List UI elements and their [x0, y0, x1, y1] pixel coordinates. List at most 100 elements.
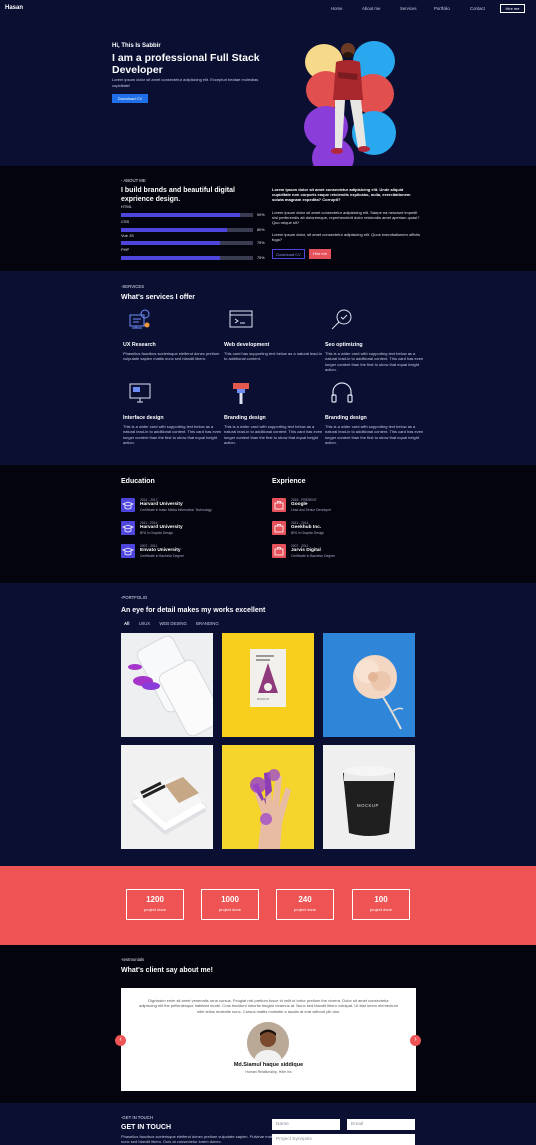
portfolio-filter-bar: All UI/UX WEB DESING BRANDING	[124, 621, 227, 626]
education-school: Envato University	[140, 548, 181, 553]
headphones-icon	[331, 382, 353, 403]
skill-label: Vue JS	[121, 233, 134, 238]
next-arrow-icon[interactable]: ›	[410, 1035, 421, 1046]
skill-label: CSS	[121, 219, 130, 224]
graduation-cap-icon	[121, 498, 135, 512]
service-description: This card has supporting text below as a…	[224, 351, 323, 362]
skill-percent: 90%	[257, 213, 265, 217]
brush-icon	[233, 383, 249, 404]
education-school: Harvard University	[140, 502, 183, 507]
experience-company: Jarvis Digital	[291, 548, 321, 553]
service-card: Seo optimizing This is a wider card with…	[325, 307, 425, 372]
service-title: Branding design	[325, 415, 367, 421]
skill-bar	[121, 256, 253, 260]
hero-portrait	[300, 38, 400, 178]
education-degree: BFA in Graphic Design	[140, 531, 174, 535]
about-hire-me-button[interactable]: Hire me	[309, 249, 331, 259]
testimonial-quote: Dignissim enim sit amet venenatis urna c…	[139, 998, 398, 1014]
service-title: Web development	[224, 342, 270, 348]
nav-contact[interactable]: Contact	[470, 6, 485, 11]
email-input[interactable]: Email	[347, 1119, 415, 1130]
top-navbar: Hasan Home About me Services Portfolio C…	[0, 0, 536, 18]
service-title: Branding design	[224, 415, 266, 421]
skill-bar-fill	[121, 228, 227, 232]
experience-company: Geekhub Inc.	[291, 525, 322, 530]
service-description: Phasellus faucibus scelerisque eleifend …	[123, 351, 220, 362]
hire-me-nav-button[interactable]: Hire me	[500, 4, 525, 13]
resume-section: Education Exprience 2014 - 2017 Harvard …	[0, 465, 536, 583]
stat-number: 1200	[146, 895, 164, 904]
nav-home[interactable]: Home	[331, 6, 342, 11]
skill-bar-fill	[121, 241, 220, 245]
filter-uiux[interactable]: UI/UX	[139, 621, 150, 626]
stat-number: 1000	[221, 895, 239, 904]
service-title: Interface design	[123, 415, 164, 421]
about-heading: I build brands and beautiful digital exp…	[121, 187, 235, 203]
prev-arrow-icon[interactable]: ‹	[115, 1035, 126, 1046]
testimonials-kicker: -testmonials	[121, 957, 145, 962]
testimonials-section: -testmonials What's client say about me!…	[0, 945, 536, 1103]
portfolio-section: -PORTFOLIO An eye for detail makes my wo…	[0, 583, 536, 866]
stat-box: 240 project done	[276, 889, 334, 920]
project-synopsis-input[interactable]: Project Synopsis	[272, 1134, 415, 1145]
stat-label: project done	[369, 907, 392, 912]
service-card: Branding design This is a wider card wit…	[325, 380, 425, 445]
service-title: UX Research	[123, 342, 156, 348]
skill-percent: 75%	[257, 241, 265, 245]
stats-section: 1200 project done 1000 project done 240 …	[0, 866, 536, 945]
nav-portfolio[interactable]: Portfolio	[434, 6, 450, 11]
skill-bar-fill	[121, 213, 240, 217]
service-description: This is a wider card with supporting tex…	[325, 424, 424, 445]
name-input[interactable]: Name	[272, 1119, 340, 1130]
stat-label: project done	[143, 907, 166, 912]
book-cover-text: MOCKUP	[257, 697, 270, 701]
painted-hand-image[interactable]	[222, 745, 314, 849]
book-cover-image[interactable]: MOCKUP	[222, 633, 314, 737]
stat-box: 1200 project done	[126, 889, 184, 920]
about-lead-paragraph: Lorem ipsum dolor sit amet consectetur a…	[272, 187, 411, 203]
nav-about[interactable]: About me	[362, 6, 380, 11]
coffee-cup-mockup-image[interactable]: MOCKUP	[323, 745, 415, 849]
about-download-cv-button[interactable]: Download CV	[272, 249, 305, 259]
client-role: Human Relationship, Hiter inc	[245, 1070, 292, 1074]
skill-bar	[121, 213, 253, 217]
about-paragraph: Lorem ipsum dolor, sit amet consectetur …	[272, 232, 420, 243]
brand-logo[interactable]: Hasan	[5, 5, 23, 11]
phone-mockup-image[interactable]	[121, 633, 213, 737]
skill-bar	[121, 228, 253, 232]
client-name: Md.Siamul haque siddique	[233, 1062, 304, 1068]
contact-heading: GET IN TOUCH	[121, 1124, 172, 1131]
education-school: Harvard University	[140, 525, 183, 530]
portfolio-kicker: -PORTFOLIO	[121, 595, 148, 600]
seo-magnifier-icon	[331, 309, 352, 330]
skill-label: HTML	[121, 204, 132, 209]
about-paragraph: Lorem ipsum dolor sit amet consectetur a…	[272, 210, 420, 226]
service-title: Seo optimizing	[325, 342, 363, 348]
services-heading: What's services I offer	[121, 294, 196, 301]
download-cv-button[interactable]: Download CV	[112, 94, 148, 103]
filter-web-design[interactable]: WEB DESING	[159, 621, 186, 626]
service-card: Branding design This is a wider card wit…	[224, 380, 324, 445]
service-card: Web development This card has supporting…	[224, 307, 324, 362]
testimonials-heading: What's client say about me!	[121, 967, 213, 974]
education-degree: Certificate in Bachelor Degree	[140, 554, 184, 558]
experience-role: Certificate in Bachelor Degree	[291, 554, 335, 558]
nav-services[interactable]: Services	[400, 6, 416, 11]
stat-box: 1000 project done	[201, 889, 259, 920]
filter-all[interactable]: All	[124, 621, 130, 626]
about-kicker: - ABOUT ME	[121, 178, 146, 183]
monitor-icon	[129, 383, 151, 403]
magazine-stack-image[interactable]	[121, 745, 213, 849]
stat-label: project done	[218, 907, 241, 912]
hero-section: Hi, This Is Sabbir I am a professional F…	[0, 18, 536, 178]
cup-label: MOCKUP	[357, 803, 379, 808]
skill-percent: 75%	[257, 256, 265, 260]
stat-number: 100	[374, 895, 388, 904]
education-degree: Certificate in basic Media Information T…	[140, 508, 212, 512]
service-description: This is a wider card with supporting tex…	[325, 351, 424, 372]
paper-flower-image[interactable]	[323, 633, 415, 737]
stat-box: 100 project done	[352, 889, 410, 920]
filter-branding[interactable]: BRANDING	[196, 621, 219, 626]
testimonial-card: Dignissim enim sit amet venenatis urna c…	[121, 988, 416, 1091]
hero-description: Lorem ipsum dolor sit amet consectetur a…	[112, 77, 259, 88]
